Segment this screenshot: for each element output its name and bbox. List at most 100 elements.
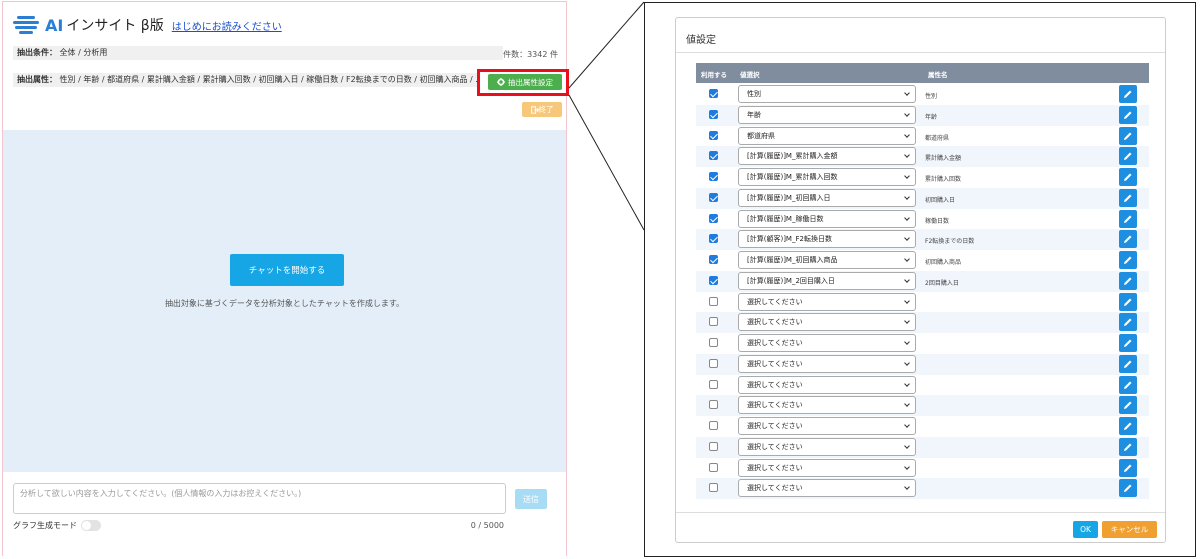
- edit-button[interactable]: [1119, 292, 1137, 311]
- value-select[interactable]: 選択してください: [738, 375, 916, 394]
- end-button[interactable]: 終了: [522, 102, 562, 117]
- use-checkbox[interactable]: [709, 462, 718, 472]
- start-chat-button[interactable]: チャットを開始する: [230, 254, 344, 286]
- attribute-name: F2転換までの日数: [925, 238, 975, 246]
- dialog-divider: [676, 52, 1165, 53]
- value-select[interactable]: 選択してください: [738, 417, 916, 435]
- value-select[interactable]: [計算(履歴)]M_初回購入日: [738, 188, 916, 207]
- use-checkbox[interactable]: [709, 317, 718, 327]
- edit-button[interactable]: [1119, 105, 1137, 124]
- pencil-icon: [1124, 90, 1132, 98]
- value-select[interactable]: [計算(履歴)]M_稼働日数: [738, 209, 916, 228]
- use-checkbox[interactable]: [709, 441, 718, 451]
- use-checkbox[interactable]: [709, 275, 718, 285]
- value-select[interactable]: [計算(顧客)]M_F2転換日数: [738, 230, 916, 249]
- use-checkbox[interactable]: [709, 400, 718, 410]
- value-select[interactable]: 選択してください: [738, 354, 916, 373]
- edit-button[interactable]: [1119, 168, 1137, 186]
- table-row: 選択してください: [696, 478, 1149, 499]
- table-row: 選択してください: [696, 312, 1149, 333]
- attribute-name: 稼働日数: [925, 217, 950, 225]
- edit-button[interactable]: [1119, 230, 1137, 249]
- edit-button[interactable]: [1119, 396, 1137, 415]
- edit-button[interactable]: [1119, 417, 1137, 435]
- graph-mode-toggle[interactable]: [81, 520, 101, 531]
- table-row: 選択してください: [696, 375, 1149, 396]
- value-select[interactable]: [計算(履歴)]M_2回目購入日: [738, 271, 916, 290]
- edit-button[interactable]: [1119, 251, 1137, 269]
- edit-button[interactable]: [1119, 313, 1137, 332]
- value-select[interactable]: 年齢: [738, 105, 916, 124]
- use-checkbox[interactable]: [709, 130, 718, 140]
- use-checkbox[interactable]: [709, 151, 718, 161]
- value-select[interactable]: 選択してください: [738, 313, 916, 332]
- value-select[interactable]: [計算(履歴)]M_累計購入金額: [738, 147, 916, 166]
- chat-description: 抽出対象に基づくデータを分析対象としたチャットを作成します。: [164, 299, 405, 308]
- edit-button[interactable]: [1119, 126, 1137, 145]
- pencil-icon: [1124, 173, 1132, 181]
- use-checkbox[interactable]: [709, 255, 718, 264]
- extraction-condition-bar: 抽出条件： 全体 / 分析用: [13, 46, 503, 60]
- edit-button[interactable]: [1119, 458, 1137, 477]
- value-setting-dialog: 値設定 利用する 値選択 属性名 性別 性別 年齢 年齢 都道府県 都道府県 [計算(履歴)…: [675, 17, 1166, 543]
- send-button[interactable]: 送信: [515, 489, 547, 509]
- edit-button[interactable]: [1119, 209, 1137, 228]
- use-checkbox[interactable]: [709, 379, 718, 389]
- value-select[interactable]: 選択してください: [738, 334, 916, 352]
- table-row: 選択してください: [696, 436, 1149, 458]
- ok-button[interactable]: OK: [1073, 521, 1098, 538]
- table-row: [計算(履歴)]M_初回購入商品 初回購入商品: [696, 250, 1149, 271]
- edit-button[interactable]: [1119, 147, 1137, 166]
- edit-button[interactable]: [1119, 437, 1137, 456]
- table-row: [計算(履歴)]M_初回購入日 初回購入日: [696, 187, 1149, 209]
- value-select[interactable]: 選択してください: [738, 292, 916, 311]
- attribute-name: 初回購入日: [925, 196, 956, 204]
- use-checkbox[interactable]: [709, 338, 718, 347]
- chat-area: チャットを開始する 抽出対象に基づくデータを分析対象としたチャットを作成します。: [3, 130, 566, 472]
- table-body: 性別 性別 年齢 年齢 都道府県 都道府県 [計算(履歴)]M_累計購入金額 累計購入金額 [計…: [696, 84, 1149, 499]
- use-checkbox[interactable]: [709, 358, 718, 368]
- edit-button[interactable]: [1119, 334, 1137, 352]
- value-select[interactable]: 性別: [738, 85, 916, 103]
- attribute-name: 都道府県: [925, 134, 950, 142]
- edit-button[interactable]: [1119, 85, 1137, 103]
- table-row: 選択してください: [696, 458, 1149, 479]
- cancel-button[interactable]: キャンセル: [1102, 521, 1157, 538]
- edit-button[interactable]: [1119, 354, 1137, 373]
- value-select[interactable]: 選択してください: [738, 479, 916, 498]
- edit-button[interactable]: [1119, 479, 1137, 498]
- attribute-setting-button[interactable]: 抽出属性設定: [488, 74, 562, 90]
- use-checkbox[interactable]: [709, 421, 718, 430]
- edit-button[interactable]: [1119, 271, 1137, 290]
- pencil-icon: [1124, 443, 1132, 451]
- attribute-name: 累計購入回数: [925, 176, 962, 183]
- use-checkbox[interactable]: [709, 483, 718, 493]
- message-input[interactable]: 分析して欲しい内容を入力してください。(個人情報の入力はお控えください。): [13, 483, 506, 514]
- gear-icon: [497, 78, 505, 86]
- value-select[interactable]: [計算(履歴)]M_累計購入回数: [738, 168, 916, 186]
- value-select[interactable]: 都道府県: [738, 126, 916, 145]
- pencil-icon: [1124, 277, 1132, 285]
- use-checkbox[interactable]: [709, 234, 718, 244]
- use-checkbox[interactable]: [709, 192, 718, 202]
- table-header: 利用する 値選択 属性名: [696, 63, 1149, 83]
- edit-button[interactable]: [1119, 188, 1137, 207]
- logo-ai-text: AI: [45, 15, 64, 35]
- char-count: 0 / 5000: [470, 521, 504, 530]
- use-checkbox[interactable]: [709, 172, 718, 181]
- pencil-icon: [1124, 256, 1132, 264]
- use-checkbox[interactable]: [709, 213, 718, 223]
- use-checkbox[interactable]: [709, 89, 718, 98]
- pencil-icon: [1124, 152, 1132, 161]
- table-row: [計算(履歴)]M_2回目購入日 2回目購入日: [696, 270, 1149, 292]
- table-row: [計算(履歴)]M_累計購入回数 累計購入回数: [696, 167, 1149, 188]
- edit-button[interactable]: [1119, 375, 1137, 394]
- value-select[interactable]: 選択してください: [738, 437, 916, 456]
- pencil-icon: [1124, 298, 1132, 306]
- value-select[interactable]: 選択してください: [738, 458, 916, 477]
- value-select[interactable]: 選択してください: [738, 396, 916, 415]
- use-checkbox[interactable]: [709, 109, 718, 119]
- value-select[interactable]: [計算(履歴)]M_初回購入商品: [738, 251, 916, 269]
- readme-link[interactable]: はじめにお読みください: [172, 18, 282, 33]
- use-checkbox[interactable]: [709, 296, 718, 306]
